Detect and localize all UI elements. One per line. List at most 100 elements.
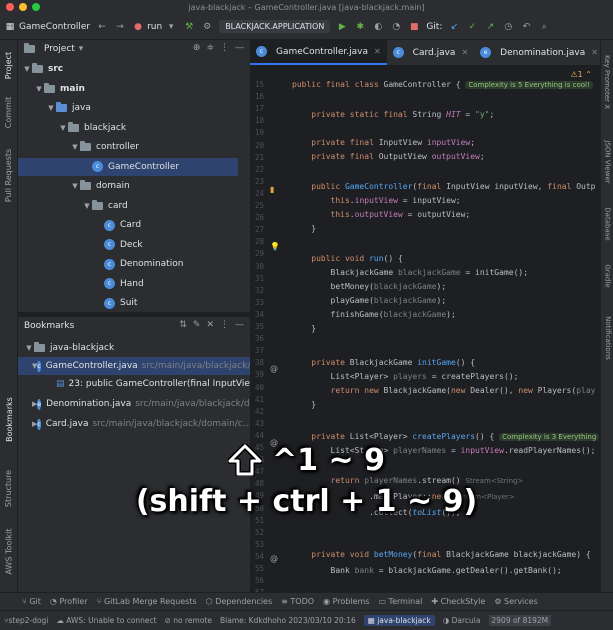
tree-item[interactable]: ▼ card <box>18 197 250 215</box>
tab-commit[interactable]: Commit <box>0 92 18 132</box>
tree-item[interactable]: c GameController <box>18 157 238 176</box>
hammer-icon[interactable]: ⚒ <box>183 21 195 33</box>
project-selector[interactable]: ▦ GameController <box>4 21 90 33</box>
folder-icon <box>68 121 79 132</box>
expand-icon[interactable]: ⇅ <box>179 320 187 330</box>
profile-icon[interactable]: ◔ <box>390 21 402 33</box>
bookmark-line-item[interactable]: ▤ 23: public GameController(final InputV… <box>18 375 257 393</box>
coverage-icon[interactable]: ◐ <box>372 21 384 33</box>
history-icon[interactable]: ◷ <box>502 21 514 33</box>
code-line: public void run() { <box>311 254 403 263</box>
project-panel-header[interactable]: Project ▾ ⊕ ≑ ⋮ — <box>18 40 250 58</box>
tool-gitlab[interactable]: ⑂ GitLab Merge Requests <box>97 597 197 606</box>
close-window-button[interactable] <box>6 3 14 11</box>
tab-denomination[interactable]: e Denomination.java ✕ <box>474 40 604 65</box>
services-icon: ⚙ <box>494 597 505 606</box>
tab-database[interactable]: Database <box>601 200 613 248</box>
hide-icon[interactable]: — <box>235 43 244 53</box>
close-icon[interactable]: ✕ <box>591 48 598 57</box>
tab-pull-requests[interactable]: Pull Requests <box>0 140 18 210</box>
bookmark-root[interactable]: ▼ java-blackjack <box>18 339 250 357</box>
bookmark-item[interactable]: ▶ c Card.java src/main/java/blackjack/do… <box>18 415 251 433</box>
git-branch-widget[interactable]: ⑂step2-dogi <box>4 616 48 625</box>
tab-bookmarks[interactable]: Bookmarks <box>0 394 18 444</box>
tool-services[interactable]: ⚙ Services <box>494 597 537 606</box>
back-arrow-icon[interactable]: ← <box>96 21 108 33</box>
lightbulb-icon[interactable]: 💡 <box>270 242 280 251</box>
tree-item[interactable]: c Deck <box>18 236 250 254</box>
bookmarks-panel-header: Bookmarks ⇅ ✎ ✕ ⋮ — <box>24 320 244 331</box>
tool-checkstyle[interactable]: ✚ CheckStyle <box>431 597 485 606</box>
run-selector[interactable]: ● run ▾ <box>132 21 177 33</box>
code-line: List<Player> players = createPlayers(); <box>292 372 519 381</box>
annotation-icon[interactable]: @ <box>270 364 278 373</box>
tree-item[interactable]: ▼ domain <box>18 177 250 195</box>
forward-arrow-icon[interactable]: → <box>114 21 126 33</box>
search-icon[interactable]: ⌕ <box>538 21 550 33</box>
tree-item[interactable]: c Suit <box>18 294 250 312</box>
tab-gamecontroller[interactable]: c GameController.java ✕ <box>250 40 387 65</box>
tree-item[interactable]: ▼ src <box>18 60 250 78</box>
git-update-icon[interactable]: ↙ <box>448 21 460 33</box>
tree-item[interactable]: c Denomination <box>18 255 250 273</box>
tab-key-promoter[interactable]: Key Promoter X <box>601 46 613 118</box>
more-options-icon[interactable]: ⋮ <box>220 320 229 330</box>
tab-gradle[interactable]: Gradle <box>601 256 613 296</box>
blame-info[interactable]: Blame: Kdkdhoho 2023/03/10 20:16 <box>220 616 356 625</box>
git-commit-icon[interactable]: ✓ <box>466 21 478 33</box>
aws-status[interactable]: ☁ AWS: Unable to connect <box>56 616 156 625</box>
close-icon[interactable]: ✕ <box>461 48 468 57</box>
enum-icon: e <box>480 47 492 58</box>
tree-item[interactable]: ▼ java <box>18 99 250 117</box>
run-configuration-dropdown[interactable]: BLACKJACK.APPLICATION <box>219 20 331 33</box>
remove-icon[interactable]: ✕ <box>206 320 214 330</box>
chevron-down-icon: ▾ <box>78 44 84 54</box>
minimize-window-button[interactable] <box>19 3 27 11</box>
tool-dependencies[interactable]: ⬡ Dependencies <box>206 597 272 606</box>
debug-icon[interactable]: ✱ <box>354 21 366 33</box>
stop-icon[interactable]: ■ <box>408 21 420 33</box>
bookmark-item[interactable]: ▶ e Denomination.java src/main/java/blac… <box>18 395 258 413</box>
edit-icon[interactable]: ✎ <box>193 320 201 330</box>
line-number: 35 <box>254 322 264 331</box>
tab-aws-toolkit[interactable]: AWS Toolkit <box>0 524 18 578</box>
tab-notifications[interactable]: Notifications <box>601 306 613 370</box>
memory-indicator[interactable]: 2909 of 8192M <box>488 615 552 626</box>
remote-status[interactable]: ⊘ no remote <box>165 616 212 625</box>
maximize-window-button[interactable] <box>32 3 40 11</box>
tab-card[interactable]: c Card.java ✕ <box>387 40 474 65</box>
close-icon[interactable]: ✕ <box>374 47 381 56</box>
project-widget[interactable]: ▦ java-blackjack <box>363 615 435 626</box>
tab-json-viewer[interactable]: JSON Viewer <box>601 132 613 192</box>
line-number: 52 <box>254 527 264 537</box>
tree-item-label: main <box>60 83 85 94</box>
collapse-all-icon[interactable]: ≑ <box>206 43 214 53</box>
class-icon: c <box>104 239 115 250</box>
tree-item[interactable]: ▼ blackjack <box>18 119 250 137</box>
more-options-icon[interactable]: ⋮ <box>220 43 229 53</box>
tree-item[interactable]: ▼ controller <box>18 138 250 156</box>
tool-profiler[interactable]: ◔ Profiler <box>50 597 88 606</box>
bookmark-icon[interactable]: ▮ <box>270 185 274 194</box>
line-number: 37 <box>254 346 264 356</box>
annotation-icon[interactable]: @ <box>270 554 278 563</box>
tree-item[interactable]: ▼ main <box>18 80 250 98</box>
theme-widget[interactable]: ◑ Darcula <box>443 616 481 625</box>
locate-icon[interactable]: ⊕ <box>193 43 201 53</box>
tree-item[interactable]: c Hand <box>18 275 250 293</box>
window-controls[interactable] <box>6 3 40 11</box>
rollback-icon[interactable]: ↶ <box>520 21 532 33</box>
settings-icon[interactable]: ⚙ <box>201 21 213 33</box>
git-push-icon[interactable]: ↗ <box>484 21 496 33</box>
line-number: 32 <box>254 285 264 295</box>
tab-project[interactable]: Project <box>0 44 18 86</box>
tool-terminal[interactable]: ▭ Terminal <box>378 597 422 606</box>
tree-item[interactable]: c Card <box>18 216 250 234</box>
bookmark-item[interactable]: ▼ c GameController.java src/main/java/bl… <box>18 357 259 375</box>
hide-icon[interactable]: — <box>235 320 244 330</box>
tool-git[interactable]: ⑂ Git <box>22 597 41 606</box>
code-line: } <box>292 324 317 333</box>
run-icon[interactable]: ▶ <box>336 21 348 33</box>
tool-todo[interactable]: ≡ TODO <box>281 597 314 606</box>
tool-problems[interactable]: ◉ Problems <box>323 597 369 606</box>
